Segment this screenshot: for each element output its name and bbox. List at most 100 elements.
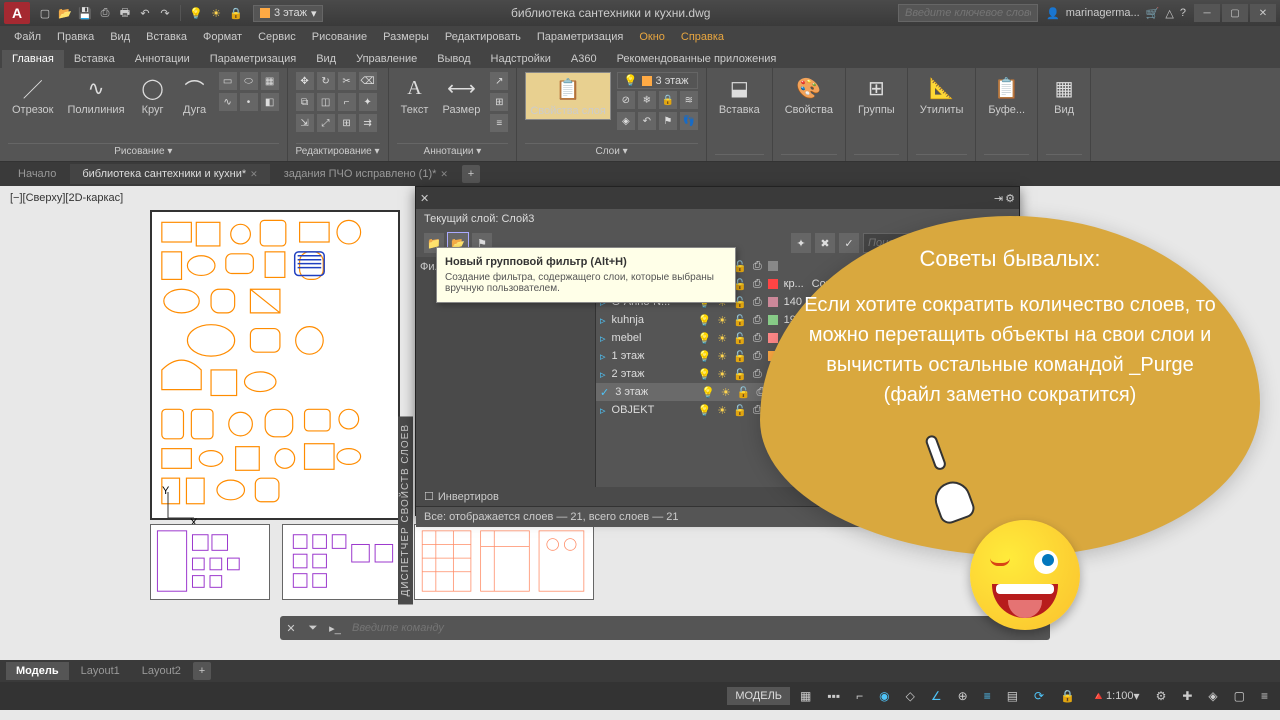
tab-insert[interactable]: Вставка xyxy=(64,50,125,68)
menu-format[interactable]: Формат xyxy=(195,28,250,46)
custom-icon[interactable]: ≡ xyxy=(1255,686,1274,706)
tab-addons[interactable]: Надстройки xyxy=(481,50,561,68)
palette-gear-icon[interactable]: ⚙ xyxy=(1005,192,1015,205)
user-area[interactable]: 👤 marinagerma... 🛒 △ ? xyxy=(1046,7,1186,20)
lweight-icon[interactable]: ≡ xyxy=(978,686,997,706)
menu-help[interactable]: Справка xyxy=(673,28,732,46)
redo-icon[interactable]: ↷ xyxy=(156,4,174,22)
menu-dim[interactable]: Размеры xyxy=(375,28,437,46)
tab-view[interactable]: Вид xyxy=(306,50,346,68)
new-icon[interactable]: ▢ xyxy=(36,4,54,22)
menu-param[interactable]: Параметризация xyxy=(529,28,631,46)
undo-icon[interactable]: ↶ xyxy=(136,4,154,22)
viewport-label[interactable]: [−][Сверху][2D-каркас] xyxy=(10,192,123,204)
layer-combo[interactable]: 3 этаж ▾ xyxy=(253,5,323,22)
add-layout-button[interactable]: + xyxy=(193,662,211,680)
thumbnail[interactable] xyxy=(282,524,402,600)
tab-annot[interactable]: Аннотации xyxy=(125,50,200,68)
stretch-icon[interactable]: ⇲ xyxy=(296,114,314,132)
leader-icon[interactable]: ↗ xyxy=(490,72,508,90)
lock-icon[interactable]: 🔒 xyxy=(227,4,245,22)
thumbnail[interactable] xyxy=(150,524,270,600)
layer-walk-icon[interactable]: 👣 xyxy=(680,112,698,130)
menu-insert[interactable]: Вставка xyxy=(138,28,195,46)
tab-a360[interactable]: A360 xyxy=(561,50,607,68)
open-icon[interactable]: 📂 xyxy=(56,4,74,22)
app-logo[interactable]: A xyxy=(4,2,30,24)
clipboard-button[interactable]: 📋Буфе... xyxy=(984,72,1029,118)
point-icon[interactable]: • xyxy=(240,93,258,111)
search-input[interactable] xyxy=(898,4,1038,22)
circle-button[interactable]: ◯Круг xyxy=(135,72,171,118)
dim-button[interactable]: ⟷Размер xyxy=(439,72,485,118)
tab-param[interactable]: Параметризация xyxy=(200,50,306,68)
groups-button[interactable]: ⊞Группы xyxy=(854,72,899,118)
cmd-recent-icon[interactable]: ⏷ xyxy=(302,617,324,639)
ortho-icon[interactable]: ⌐ xyxy=(850,686,869,706)
hatch-icon[interactable]: ▦ xyxy=(261,72,279,90)
osnap-icon[interactable]: ◇ xyxy=(900,686,921,706)
minimize-button[interactable]: ─ xyxy=(1194,4,1220,22)
panel-layers-title[interactable]: Слои ▾ xyxy=(525,143,697,159)
menu-draw[interactable]: Рисование xyxy=(304,28,375,46)
layer-properties-button[interactable]: 📋Свойства слоя xyxy=(525,72,610,120)
cart-icon[interactable]: 🛒 xyxy=(1146,7,1160,20)
tab-rec[interactable]: Рекомендованные приложения xyxy=(607,50,787,68)
command-input[interactable] xyxy=(346,622,1050,634)
mtext-icon[interactable]: ≡ xyxy=(490,114,508,132)
menu-file[interactable]: Файл xyxy=(6,28,49,46)
layer-match-icon[interactable]: ≋ xyxy=(680,91,698,109)
sun-icon[interactable]: ☀ xyxy=(207,4,225,22)
copy-icon[interactable]: ⧉ xyxy=(296,93,314,111)
print-icon[interactable]: 🖶 xyxy=(116,4,134,22)
properties-button[interactable]: 🎨Свойства xyxy=(781,72,837,118)
panel-modify-title[interactable]: Редактирование ▾ xyxy=(296,143,380,159)
tab-task[interactable]: задания ПЧО исправлено (1)*✕ xyxy=(272,164,460,184)
ribbon-layer-combo[interactable]: 💡3 этаж xyxy=(617,72,698,89)
region-icon[interactable]: ◧ xyxy=(261,93,279,111)
tab-output[interactable]: Вывод xyxy=(427,50,480,68)
layer-off-icon[interactable]: ⊘ xyxy=(617,91,635,109)
palette-pin-icon[interactable]: ⇥ xyxy=(994,192,1003,205)
polar-icon[interactable]: ◉ xyxy=(873,686,895,706)
dyn-icon[interactable]: ⊕ xyxy=(952,686,974,706)
erase-icon[interactable]: ⌫ xyxy=(359,72,377,90)
ellipse-icon[interactable]: ⬭ xyxy=(240,72,258,90)
plus-icon[interactable]: ✚ xyxy=(1176,686,1198,706)
polyline-button[interactable]: ∿Полилиния xyxy=(63,72,128,118)
tab-start[interactable]: Начало xyxy=(6,164,68,184)
save-icon[interactable]: 💾 xyxy=(76,4,94,22)
grid-icon[interactable]: ▦ xyxy=(794,686,817,706)
workspace[interactable]: [−][Сверху][2D-каркас] YX xyxy=(0,186,1280,660)
insert-block-button[interactable]: ⬓Вставка xyxy=(715,72,764,118)
line-button[interactable]: ／Отрезок xyxy=(8,72,57,118)
trim-icon[interactable]: ✂ xyxy=(338,72,356,90)
view-button[interactable]: ▦Вид xyxy=(1046,72,1082,118)
table-icon[interactable]: ⊞ xyxy=(490,93,508,111)
tab-manage[interactable]: Управление xyxy=(346,50,427,68)
offset-icon[interactable]: ⇉ xyxy=(359,114,377,132)
drawing-canvas[interactable] xyxy=(150,210,400,520)
cycle-icon[interactable]: ⟳ xyxy=(1028,686,1050,706)
saveas-icon[interactable]: ⎙ xyxy=(96,4,114,22)
scale-label[interactable]: 🔺 1:100 ▾ xyxy=(1085,686,1146,706)
status-model[interactable]: МОДЕЛЬ xyxy=(727,687,790,705)
tab-home[interactable]: Главная xyxy=(2,50,64,68)
gear-icon[interactable]: ⚙ xyxy=(1150,686,1173,706)
clean-icon[interactable]: ▢ xyxy=(1228,686,1251,706)
close-icon[interactable]: ✕ xyxy=(250,169,258,180)
add-tab-button[interactable]: + xyxy=(462,165,480,183)
close-icon[interactable]: ✕ xyxy=(440,169,448,180)
spline-icon[interactable]: ∿ xyxy=(219,93,237,111)
annoscale-icon[interactable]: 🔒 xyxy=(1054,686,1081,706)
arc-button[interactable]: ⌒Дуга xyxy=(177,72,213,118)
layer-state-icon[interactable]: ⚑ xyxy=(659,112,677,130)
thumbnail[interactable] xyxy=(414,524,594,600)
layer-lock-icon[interactable]: 🔒 xyxy=(659,91,677,109)
close-button[interactable]: ✕ xyxy=(1250,4,1276,22)
tab-layout2[interactable]: Layout2 xyxy=(132,662,191,680)
ucs-icon[interactable]: YX xyxy=(160,486,200,529)
help-icon[interactable]: ? xyxy=(1180,7,1186,19)
maximize-button[interactable]: ▢ xyxy=(1222,4,1248,22)
rect-icon[interactable]: ▭ xyxy=(219,72,237,90)
